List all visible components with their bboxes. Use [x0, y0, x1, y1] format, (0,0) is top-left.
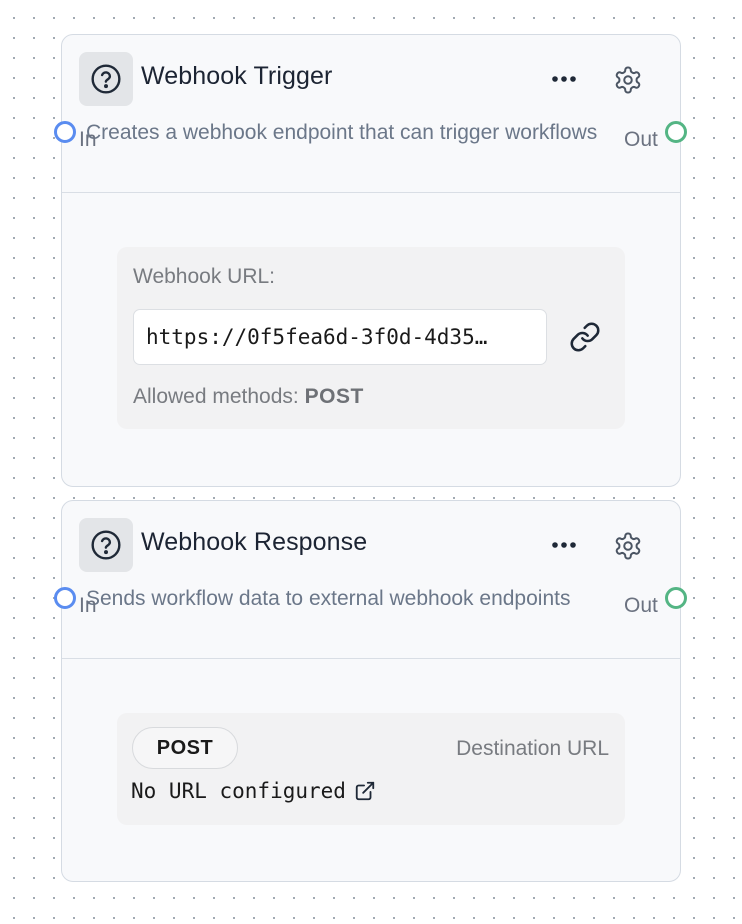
input-port-label: In [79, 594, 97, 617]
help-icon[interactable] [79, 518, 133, 572]
settings-gear-icon[interactable] [610, 529, 646, 563]
help-icon[interactable] [79, 52, 133, 106]
http-method-badge[interactable]: POST [132, 727, 238, 769]
node-title: Webhook Trigger [141, 62, 333, 90]
allowed-methods-value: POST [304, 385, 364, 408]
webhook-url-field[interactable]: https://0f5fea6d-3f0d-4d35… [133, 309, 547, 365]
response-config-panel: POST Destination URL No URL configured [117, 713, 625, 825]
node-header: Webhook Response Sends workflow data to … [54, 501, 687, 659]
destination-url-label: Destination URL [456, 737, 609, 760]
destination-url-value[interactable]: No URL configured [131, 779, 376, 803]
copy-link-icon[interactable] [565, 317, 605, 357]
webhook-response-node[interactable]: Webhook Response Sends workflow data to … [54, 500, 687, 882]
input-port-label: In [79, 128, 97, 151]
more-options-icon[interactable] [542, 64, 586, 94]
webhook-url-panel: Webhook URL: https://0f5fea6d-3f0d-4d35…… [117, 247, 625, 429]
output-handle[interactable] [665, 587, 687, 609]
input-handle[interactable] [54, 587, 76, 609]
external-link-icon[interactable] [354, 780, 376, 802]
more-options-icon[interactable] [542, 530, 586, 560]
settings-gear-icon[interactable] [610, 63, 646, 97]
webhook-trigger-node[interactable]: Webhook Trigger Creates a webhook endpoi… [54, 34, 687, 487]
output-port-label: Out [624, 128, 658, 151]
webhook-url-label: Webhook URL: [133, 265, 276, 288]
input-handle[interactable] [54, 121, 76, 143]
output-port-label: Out [624, 594, 658, 617]
allowed-methods: Allowed methods: POST [133, 385, 364, 409]
node-description: Sends workflow data to external webhook … [86, 587, 571, 610]
destination-url-text: No URL configured [131, 779, 346, 803]
output-handle[interactable] [665, 121, 687, 143]
node-description: Creates a webhook endpoint that can trig… [86, 121, 598, 144]
node-header: Webhook Trigger Creates a webhook endpoi… [54, 35, 687, 193]
node-title: Webhook Response [141, 528, 368, 556]
allowed-methods-label: Allowed methods: [133, 385, 299, 408]
